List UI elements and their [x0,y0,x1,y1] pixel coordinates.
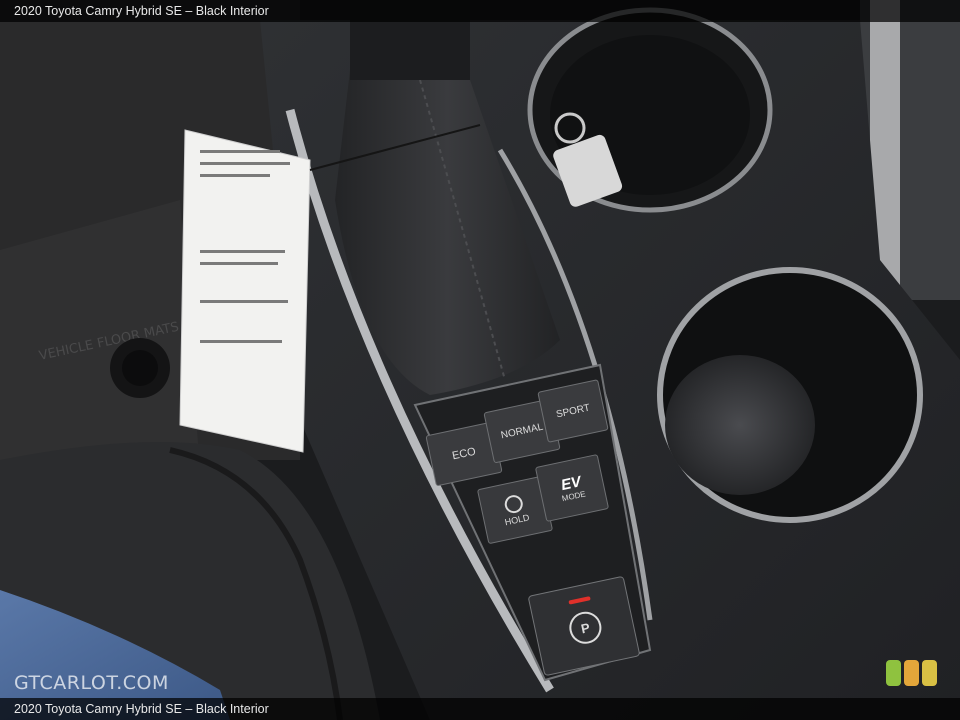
caption-bottom: 2020 Toyota Camry Hybrid SE – Black Inte… [0,698,960,720]
photo-stage: VEHICLE FLOOR MATS ECO NORMAL SPORT HOLD… [0,0,960,720]
parking-brake-indicator [568,596,591,605]
hold-label: HOLD [503,512,531,528]
sport-label: SPORT [555,402,591,420]
brand-dots [886,660,937,686]
brand-dot-yellow [922,660,937,686]
console-photo: VEHICLE FLOOR MATS [0,0,960,720]
parking-brake-icon: P [566,608,605,647]
caption-top: 2020 Toyota Camry Hybrid SE – Black Inte… [0,0,960,22]
brand-dot-green [886,660,901,686]
brand-dot-orange [904,660,919,686]
hold-icon [503,493,525,515]
eco-label: ECO [451,445,477,463]
normal-label: NORMAL [499,421,545,441]
watermark: GTCARLOT.COM [14,672,169,694]
